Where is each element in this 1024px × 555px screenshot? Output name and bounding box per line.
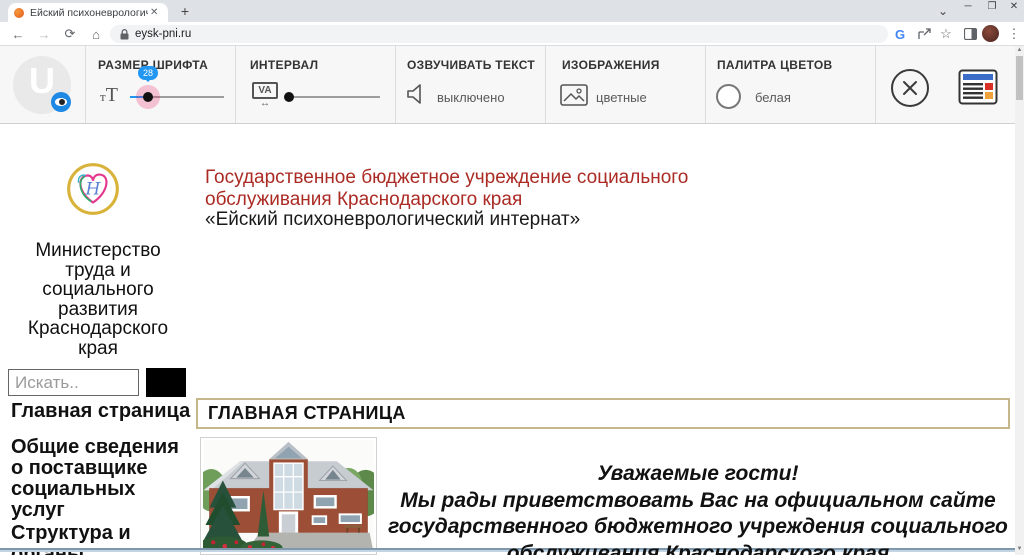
browser-toolbar: ← → ⟳ ⌂ eysk-pni.ru G ☆ ⋮ (0, 22, 1024, 46)
lock-icon (120, 29, 129, 40)
interval-label: ИНТЕРВАЛ (250, 58, 318, 72)
eye-icon (51, 92, 71, 112)
divider (395, 46, 396, 123)
welcome-line: Мы рады приветствовать Вас на официально… (378, 488, 1018, 515)
sidebar-item-home[interactable]: Главная страница (11, 401, 193, 422)
home-icon[interactable]: ⌂ (86, 22, 106, 46)
address-bar[interactable]: eysk-pni.ru (110, 25, 888, 43)
org-name-black: «Ейский психоневрологический интернат» (205, 209, 780, 231)
divider (85, 46, 86, 123)
images-status: цветные (596, 90, 647, 105)
interval-slider-handle[interactable] (284, 92, 294, 102)
share-icon[interactable] (914, 22, 934, 46)
divider (875, 46, 876, 123)
font-size-value-badge: 28 (138, 66, 158, 80)
page-title: ГЛАВНАЯ СТРАНИЦА (208, 403, 406, 424)
close-tab-icon[interactable]: ✕ (150, 7, 158, 18)
minimize-window-button[interactable]: ─ (960, 0, 976, 14)
tab-title: Ейский психоневрологический (30, 7, 148, 19)
interval-slider[interactable] (286, 96, 380, 98)
welcome-line: государственного бюджетного учреждения с… (378, 514, 1018, 541)
welcome-line: обслуживания Краснодарского края (378, 541, 1018, 555)
sidebar-item-general-info[interactable]: Общие сведения о поставщике социальных у… (11, 437, 193, 521)
close-icon (893, 71, 927, 105)
google-icon[interactable]: G (890, 22, 910, 46)
forward-icon[interactable]: → (34, 22, 54, 46)
speech-status: выключено (437, 90, 505, 105)
palette-label: ПАЛИТРА ЦВЕТОВ (717, 58, 832, 72)
svg-text:Н: Н (85, 179, 102, 199)
font-size-slider[interactable]: 28 (130, 96, 224, 98)
reload-icon[interactable]: ⟳ (60, 22, 80, 46)
scrollbar-thumb[interactable] (1016, 56, 1023, 100)
images-label: ИЗОБРАЖЕНИЯ (562, 58, 660, 72)
search-button[interactable] (146, 368, 186, 397)
chevron-down-icon[interactable]: ⌄ (938, 4, 948, 18)
font-size-slider-handle[interactable] (143, 92, 153, 102)
site-logo[interactable]: Н (66, 162, 120, 216)
url-text: eysk-pni.ru (135, 28, 191, 40)
images-icon[interactable] (560, 84, 588, 106)
building-photo (200, 437, 377, 555)
new-tab-button[interactable]: + (176, 2, 194, 20)
org-name-red: Государственное бюджетное учреждение соц… (205, 167, 780, 210)
interval-arrow-icon: ↔ (252, 98, 278, 109)
back-icon[interactable]: ← (8, 22, 28, 46)
speaker-icon[interactable] (407, 84, 425, 104)
palette-status: белая (755, 90, 791, 105)
font-size-icon: тТ (100, 84, 118, 107)
divider (235, 46, 236, 123)
ministry-link[interactable]: Министерство труда и социального развити… (8, 241, 188, 358)
close-window-button[interactable]: ✕ (1006, 0, 1022, 14)
tab-strip: Ейский психоневрологический ✕ + ⌄ ─ ❐ ✕ (0, 0, 1024, 22)
scroll-up-icon[interactable]: ▲ (1015, 47, 1024, 53)
browser-tab[interactable]: Ейский психоневрологический ✕ (8, 3, 168, 22)
speech-label: ОЗВУЧИВАТЬ ТЕКСТ (407, 58, 535, 72)
accessibility-widget-icon[interactable]: U (13, 56, 71, 114)
normal-version-button[interactable] (958, 69, 998, 110)
normal-version-icon (958, 69, 998, 105)
side-panel-icon[interactable] (960, 22, 980, 46)
page-title-box: ГЛАВНАЯ СТРАНИЦА (196, 398, 1010, 429)
restore-window-button[interactable]: ❐ (984, 0, 1000, 14)
accessibility-toolbar: U РАЗМЕР ШРИФТА тТ 28 ИНТЕРВАЛ VA ↔ ОЗВУ… (0, 46, 1015, 124)
browser-window: Ейский психоневрологический ✕ + ⌄ ─ ❐ ✕ … (0, 0, 1024, 555)
browser-menu-icon[interactable]: ⋮ (1004, 22, 1024, 46)
palette-color-swatch[interactable] (716, 84, 741, 109)
close-widget-button[interactable] (891, 69, 929, 107)
profile-avatar[interactable] (982, 25, 999, 42)
bookmark-star-icon[interactable]: ☆ (936, 22, 956, 46)
search-input[interactable] (8, 369, 139, 396)
divider (545, 46, 546, 123)
welcome-line: Уважаемые гости! (378, 461, 1018, 488)
favicon-icon (14, 8, 24, 18)
welcome-text: Уважаемые гости! Мы рады приветствовать … (378, 461, 1018, 555)
divider (705, 46, 706, 123)
interval-icon: VA (252, 82, 278, 99)
